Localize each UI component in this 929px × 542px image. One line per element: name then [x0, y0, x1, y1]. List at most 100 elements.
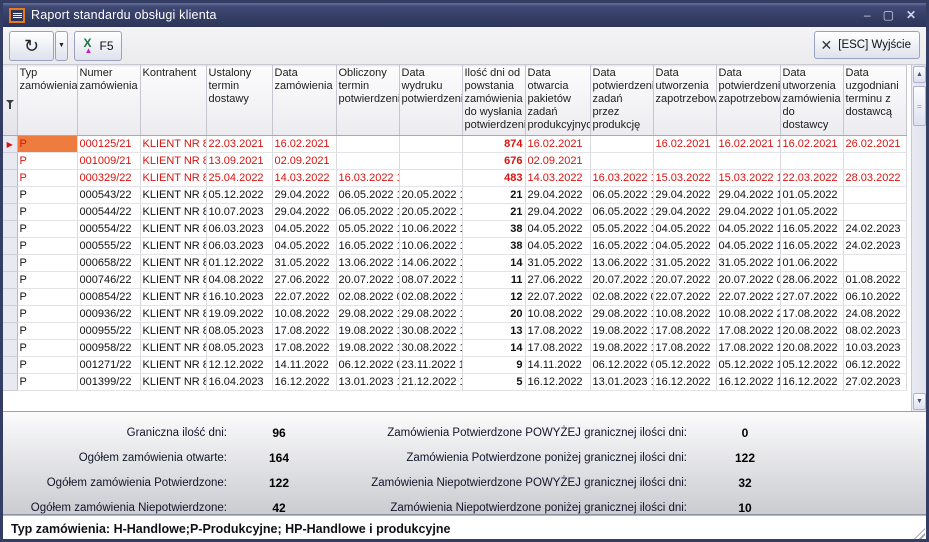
table-cell[interactable]: KLIENT NR 8	[140, 306, 206, 323]
table-cell[interactable]: 14	[462, 255, 525, 272]
filter-icon[interactable]	[6, 100, 14, 104]
table-cell[interactable]	[843, 153, 906, 170]
table-cell[interactable]: P	[17, 357, 77, 374]
table-cell[interactable]: P	[17, 170, 77, 187]
table-cell[interactable]: 10.08.2022 2	[716, 306, 780, 323]
table-cell[interactable]	[843, 204, 906, 221]
table-cell[interactable]: 16.02.2021	[525, 136, 590, 153]
table-cell[interactable]: 04.05.2022	[653, 238, 716, 255]
table-cell[interactable]: 29.08.2022 1	[336, 306, 399, 323]
table-cell[interactable]: KLIENT NR 8	[140, 340, 206, 357]
table-cell[interactable]: 000746/22	[77, 272, 140, 289]
table-cell[interactable]: 000555/22	[77, 238, 140, 255]
table-cell[interactable]: P	[17, 204, 77, 221]
table-cell[interactable]: 20.08.2022	[780, 323, 843, 340]
table-cell[interactable]: 04.05.2022	[653, 221, 716, 238]
table-cell[interactable]: 001399/22	[77, 374, 140, 391]
table-cell[interactable]: 001271/22	[77, 357, 140, 374]
table-cell[interactable]: 22.07.2022 2	[716, 289, 780, 306]
table-cell[interactable]	[399, 153, 462, 170]
table-cell[interactable]: 14	[462, 340, 525, 357]
table-cell[interactable]: 14.03.2022	[525, 170, 590, 187]
table-cell[interactable]: 05.12.2022 1	[716, 357, 780, 374]
table-cell[interactable]: 01.12.2022	[206, 255, 272, 272]
scroll-up-icon[interactable]: ▲	[913, 66, 926, 83]
row-indicator[interactable]	[3, 323, 17, 340]
table-cell[interactable]: KLIENT NR 8	[140, 357, 206, 374]
table-cell[interactable]: 17.08.2022	[272, 323, 336, 340]
table-cell[interactable]: 04.05.2022 1	[716, 238, 780, 255]
table-cell[interactable]: P	[17, 374, 77, 391]
row-indicator[interactable]	[3, 204, 17, 221]
table-cell[interactable]: 05.05.2022 1	[336, 221, 399, 238]
table-cell[interactable]: 12	[462, 289, 525, 306]
table-cell[interactable]: 05.05.2022 1	[590, 221, 653, 238]
table-cell[interactable]: 16.02.2021	[653, 136, 716, 153]
table-cell[interactable]: P	[17, 136, 77, 153]
table-cell[interactable]: KLIENT NR 8	[140, 289, 206, 306]
table-cell[interactable]: P	[17, 289, 77, 306]
row-indicator[interactable]	[3, 255, 17, 272]
table-cell[interactable]: 05.12.2022	[780, 357, 843, 374]
table-cell[interactable]	[780, 153, 843, 170]
table-cell[interactable]: KLIENT NR 8	[140, 204, 206, 221]
table-cell[interactable]: 31.05.2022 1	[716, 255, 780, 272]
table-cell[interactable]: 17.08.2022 1	[716, 323, 780, 340]
table-cell[interactable]: 000543/22	[77, 187, 140, 204]
table-cell[interactable]: P	[17, 306, 77, 323]
table-cell[interactable]: 27.06.2022	[525, 272, 590, 289]
table-cell[interactable]: 14.11.2022	[525, 357, 590, 374]
table-cell[interactable]: P	[17, 255, 77, 272]
table-cell[interactable]: 04.05.2022	[272, 221, 336, 238]
column-header[interactable]: Typ zamówienia	[17, 66, 77, 136]
table-cell[interactable]: 17.08.2022 1	[716, 340, 780, 357]
table-cell[interactable]: 17.08.2022	[653, 323, 716, 340]
table-cell[interactable]: 17.08.2022	[525, 323, 590, 340]
row-indicator[interactable]	[3, 187, 17, 204]
table-cell[interactable]: 02.08.2022 1	[399, 289, 462, 306]
table-cell[interactable]: 000854/22	[77, 289, 140, 306]
table-cell[interactable]: 01.05.2022	[780, 204, 843, 221]
table-cell[interactable]: 06.03.2023	[206, 221, 272, 238]
table-row[interactable]: P000329/22KLIENT NR 825.04.202214.03.202…	[3, 170, 906, 187]
table-cell[interactable]: P	[17, 340, 77, 357]
table-cell[interactable]: 29.08.2022 1	[399, 306, 462, 323]
table-cell[interactable]: P	[17, 153, 77, 170]
table-cell[interactable]: 000329/22	[77, 170, 140, 187]
table-cell[interactable]	[336, 153, 399, 170]
row-indicator[interactable]	[3, 289, 17, 306]
table-cell[interactable]: 30.08.2022 1	[399, 323, 462, 340]
table-cell[interactable]: P	[17, 272, 77, 289]
table-cell[interactable]: 22.03.2021	[206, 136, 272, 153]
table-cell[interactable]: 5	[462, 374, 525, 391]
table-cell[interactable]: 02.08.2022 0	[336, 289, 399, 306]
table-cell[interactable]: 000958/22	[77, 340, 140, 357]
table-cell[interactable]: 19.09.2022	[206, 306, 272, 323]
table-cell[interactable]: 20.05.2022 1	[399, 187, 462, 204]
vertical-scrollbar[interactable]: ▲ = ▼	[911, 65, 926, 411]
table-cell[interactable]: 04.05.2022	[525, 238, 590, 255]
row-indicator[interactable]	[3, 306, 17, 323]
table-cell[interactable]: 16.12.2022	[525, 374, 590, 391]
column-header[interactable]: Data uzgodniani terminu z dostawcą	[843, 66, 906, 136]
table-cell[interactable]: 08.05.2023	[206, 340, 272, 357]
table-cell[interactable]	[843, 255, 906, 272]
table-cell[interactable]: 16.05.2022	[780, 221, 843, 238]
row-indicator[interactable]	[3, 374, 17, 391]
table-cell[interactable]: 29.04.2022	[525, 187, 590, 204]
table-cell[interactable]: 000125/21	[77, 136, 140, 153]
table-cell[interactable]: 26.02.2021	[843, 136, 906, 153]
table-cell[interactable]: 19.08.2022 1	[590, 323, 653, 340]
table-cell[interactable]	[843, 187, 906, 204]
table-cell[interactable]: 05.12.2022	[206, 187, 272, 204]
table-cell[interactable]: 16.12.2022	[272, 374, 336, 391]
table-cell[interactable]: 31.05.2022	[525, 255, 590, 272]
table-cell[interactable]: P	[17, 323, 77, 340]
table-cell[interactable]: 13.09.2021	[206, 153, 272, 170]
table-cell[interactable]: KLIENT NR 8	[140, 187, 206, 204]
table-cell[interactable]: 06.05.2022 1	[336, 187, 399, 204]
close-icon[interactable]: ✕	[906, 9, 916, 21]
table-cell[interactable]: P	[17, 187, 77, 204]
table-cell[interactable]: 16.12.2022	[780, 374, 843, 391]
table-cell[interactable]: 27.07.2022	[780, 289, 843, 306]
